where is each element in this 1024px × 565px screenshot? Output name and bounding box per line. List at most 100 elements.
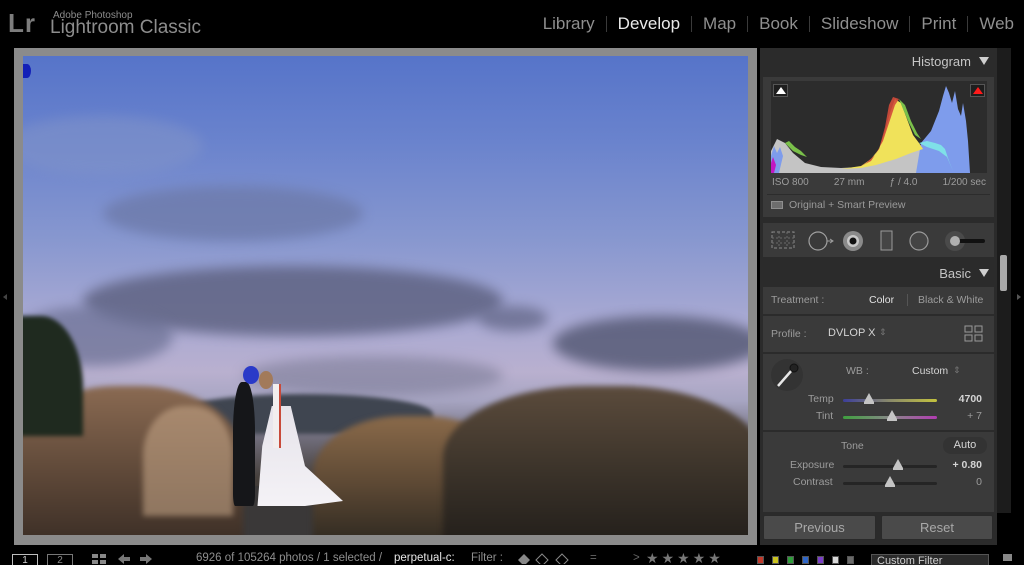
focal-length-value: 27 mm [833, 177, 865, 188]
bride-head [259, 371, 273, 389]
scrollbar-thumb[interactable] [1000, 255, 1007, 291]
auto-tone-button[interactable]: Auto [943, 437, 987, 454]
grid-view-icon[interactable] [92, 554, 106, 564]
red-eye-icon[interactable] [841, 230, 865, 252]
reset-button[interactable]: Reset [881, 515, 993, 540]
filter-preset-value: Custom Filter [877, 555, 943, 565]
basic-title: Basic [939, 266, 971, 281]
cloud [553, 316, 748, 371]
preview-status-text: Original + Smart Preview [789, 199, 906, 211]
color-label-chip[interactable] [787, 556, 794, 564]
profile-dropdown[interactable]: DVLOP X [828, 327, 876, 339]
flag-filter-icons[interactable] [516, 552, 572, 564]
module-map[interactable]: Map [703, 14, 736, 34]
photo-corner-mark [23, 64, 31, 78]
histogram-header[interactable]: Histogram [760, 48, 997, 74]
divider [767, 194, 990, 195]
photo-preview[interactable] [23, 56, 748, 535]
main-window-button[interactable]: 1 [12, 554, 38, 565]
module-divider [909, 16, 911, 32]
tint-value[interactable]: + 7 [967, 410, 982, 422]
right-panel-scrollbar[interactable] [997, 48, 1011, 513]
dropdown-stepper-icon[interactable]: ⇕ [879, 327, 887, 338]
crop-overlay-icon[interactable] [770, 230, 796, 250]
rating-operator[interactable]: > [633, 552, 640, 564]
filter-lock-icon[interactable] [1003, 554, 1012, 561]
dropdown-stepper-icon[interactable]: ⇕ [953, 365, 961, 376]
histogram-panel: ISO 800 27 mm ƒ / 4.0 1/200 sec Original… [763, 77, 994, 217]
tone-section: Tone Auto Exposure + 0.80 Contrast 0 [763, 432, 994, 512]
color-label-chip[interactable] [757, 556, 764, 564]
histogram-graph[interactable] [771, 81, 987, 173]
source-name-link[interactable]: perpetual-c: [394, 552, 455, 564]
module-web[interactable]: Web [979, 14, 1014, 34]
module-divider [605, 16, 607, 32]
exposure-value[interactable]: + 0.80 [953, 459, 983, 471]
forward-arrow-icon[interactable] [140, 554, 152, 564]
cloud [243, 356, 503, 396]
graduated-filter-icon[interactable] [879, 230, 895, 252]
contrast-value[interactable]: 0 [976, 476, 982, 488]
temp-slider-thumb[interactable] [864, 393, 875, 404]
adjustment-brush-icon[interactable] [943, 230, 989, 252]
module-develop[interactable]: Develop [618, 14, 680, 34]
radial-filter-icon[interactable] [907, 230, 931, 252]
highlight-clipping-icon [973, 87, 983, 94]
color-label-chip[interactable] [817, 556, 824, 564]
temp-slider-track[interactable] [843, 399, 937, 402]
right-panel-toggle-icon[interactable] [1017, 294, 1021, 300]
edit-filter-icon[interactable]: = [590, 552, 597, 564]
module-slideshow[interactable]: Slideshow [821, 14, 899, 34]
cloud [478, 306, 548, 331]
cloud [103, 186, 363, 241]
filter-label: Filter : [471, 552, 503, 564]
shadow-clipping-icon [776, 87, 786, 94]
treatment-row: Treatment : Color Black & White [763, 287, 994, 314]
module-print[interactable]: Print [921, 14, 956, 34]
temp-label: Temp [808, 393, 834, 405]
exif-info: ISO 800 27 mm ƒ / 4.0 1/200 sec [772, 177, 986, 188]
histogram-title: Histogram [911, 54, 971, 69]
star-rating-filter[interactable]: ★★★★★ [646, 551, 724, 565]
grass-right-far [443, 386, 748, 535]
treatment-bw-option[interactable]: Black & White [918, 294, 983, 306]
wb-dropdown[interactable]: Custom [912, 365, 948, 377]
back-arrow-icon[interactable] [118, 554, 130, 564]
color-label-chip[interactable] [832, 556, 839, 564]
module-book[interactable]: Book [759, 14, 798, 34]
histogram-chart [771, 86, 970, 173]
highlight-clipping-toggle[interactable] [970, 84, 985, 97]
secondary-window-button[interactable]: 2 [47, 554, 73, 565]
tint-label: Tint [816, 410, 834, 422]
left-panel-toggle-icon[interactable] [3, 294, 7, 300]
temp-value[interactable]: 4700 [959, 393, 982, 405]
module-library[interactable]: Library [543, 14, 595, 34]
module-picker: Library Develop Map Book Slideshow Print… [543, 14, 1014, 34]
contrast-slider-thumb[interactable] [885, 476, 895, 487]
aperture-value: ƒ / 4.0 [889, 177, 918, 188]
photo-canvas[interactable] [14, 48, 757, 545]
grass-left-highlight [143, 406, 233, 516]
collapse-triangle-icon[interactable] [979, 57, 989, 65]
previous-button[interactable]: Previous [763, 515, 876, 540]
bride-veil [273, 384, 281, 448]
color-label-chip[interactable] [802, 556, 809, 564]
spot-removal-icon[interactable] [807, 230, 835, 252]
shadow-clipping-toggle[interactable] [773, 84, 788, 97]
color-label-chip[interactable] [847, 556, 854, 564]
exposure-slider-thumb[interactable] [892, 459, 903, 470]
shutter-value: 1/200 sec [942, 177, 986, 188]
exposure-slider-track[interactable] [843, 465, 937, 468]
divider [907, 294, 908, 306]
filter-preset-dropdown[interactable]: Custom Filter [871, 554, 989, 565]
photo-count-status: 6926 of 105264 photos / 1 selected / [196, 552, 383, 564]
photo-frame [14, 48, 757, 545]
tint-slider-thumb[interactable] [886, 410, 897, 421]
collapse-triangle-icon[interactable] [979, 269, 989, 277]
treatment-color-option[interactable]: Color [869, 294, 894, 306]
basic-header[interactable]: Basic [760, 260, 997, 286]
develop-right-panel: Histogram ISO 800 27 mm ƒ / 4.0 1/200 se… [760, 48, 997, 545]
color-label-chip[interactable] [772, 556, 779, 564]
profile-browser-icon[interactable] [964, 325, 984, 343]
wb-eyedropper-icon[interactable] [770, 358, 804, 392]
